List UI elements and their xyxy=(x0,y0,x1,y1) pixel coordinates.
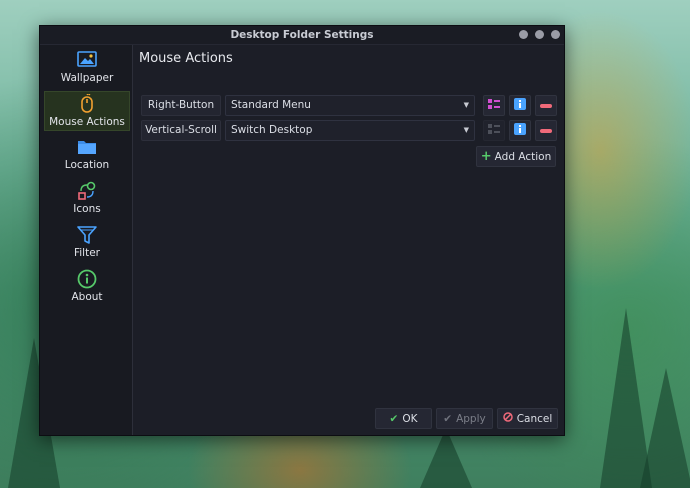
info-icon xyxy=(514,122,526,138)
ok-label: OK xyxy=(402,412,418,425)
sidebar-item-label: Location xyxy=(64,159,110,171)
action-select-value: Switch Desktop xyxy=(231,124,313,136)
info-icon xyxy=(77,269,97,289)
sidebar-item-label: Filter xyxy=(73,247,100,259)
minimize-button[interactable] xyxy=(519,30,528,39)
plus-icon: + xyxy=(480,148,492,164)
action-row: Vertical-Scroll Switch Desktop ▼ xyxy=(141,119,557,141)
remove-button[interactable] xyxy=(535,94,557,116)
check-icon: ✔ xyxy=(389,412,399,425)
minus-icon xyxy=(540,99,552,112)
action-row: Right-Button Standard Menu ▼ xyxy=(141,94,557,116)
configure-icon xyxy=(488,123,500,137)
close-button[interactable] xyxy=(551,30,560,39)
sidebar-item-label: About xyxy=(71,291,103,303)
sidebar: Wallpaper Mouse Actions Location Icons F… xyxy=(40,45,133,435)
chevron-down-icon: ▼ xyxy=(463,101,469,109)
check-icon: ✔ xyxy=(443,412,453,425)
trigger-label: Vertical-Scroll xyxy=(141,119,221,141)
wallpaper-icon xyxy=(77,50,97,70)
info-icon xyxy=(514,97,526,113)
cancel-icon xyxy=(502,412,513,425)
title-bar[interactable]: Desktop Folder Settings xyxy=(40,26,564,45)
settings-window: Desktop Folder Settings Wallpaper Mouse … xyxy=(39,25,565,436)
sidebar-item-icons[interactable]: Icons xyxy=(44,179,130,219)
filter-icon xyxy=(77,225,97,245)
trigger-label: Right-Button xyxy=(141,94,221,116)
remove-button[interactable] xyxy=(535,119,557,141)
action-select-value: Standard Menu xyxy=(231,99,311,111)
add-action-label: Add Action xyxy=(494,150,552,163)
window-title: Desktop Folder Settings xyxy=(230,29,374,41)
sidebar-item-filter[interactable]: Filter xyxy=(44,223,130,263)
sidebar-item-wallpaper[interactable]: Wallpaper xyxy=(44,48,130,88)
cancel-button[interactable]: Cancel xyxy=(497,408,558,429)
minus-icon xyxy=(540,124,552,137)
sidebar-item-about[interactable]: About xyxy=(44,267,130,307)
main-panel: Mouse Actions Right-Button Standard Menu… xyxy=(133,45,564,435)
sidebar-item-label: Icons xyxy=(73,203,101,215)
info-button[interactable] xyxy=(509,94,531,116)
sidebar-item-label: Mouse Actions xyxy=(49,116,125,128)
configure-button[interactable] xyxy=(483,119,505,141)
sidebar-item-mouse-actions[interactable]: Mouse Actions xyxy=(44,91,130,131)
info-button[interactable] xyxy=(509,119,531,141)
action-select[interactable]: Switch Desktop ▼ xyxy=(225,119,475,141)
maximize-button[interactable] xyxy=(535,30,544,39)
configure-icon xyxy=(488,98,500,112)
icons-icon xyxy=(77,181,97,201)
ok-button[interactable]: ✔ OK xyxy=(375,408,432,429)
sidebar-item-label: Wallpaper xyxy=(60,72,114,84)
add-action-button[interactable]: + Add Action xyxy=(476,146,556,167)
apply-label: Apply xyxy=(456,412,486,425)
cancel-label: Cancel xyxy=(516,412,553,425)
configure-button[interactable] xyxy=(483,94,505,116)
apply-button[interactable]: ✔ Apply xyxy=(436,408,493,429)
action-select[interactable]: Standard Menu ▼ xyxy=(225,94,475,116)
sidebar-item-location[interactable]: Location xyxy=(44,135,130,175)
chevron-down-icon: ▼ xyxy=(463,126,469,134)
page-title: Mouse Actions xyxy=(139,51,233,66)
mouse-icon xyxy=(79,94,95,114)
folder-icon xyxy=(77,137,97,157)
